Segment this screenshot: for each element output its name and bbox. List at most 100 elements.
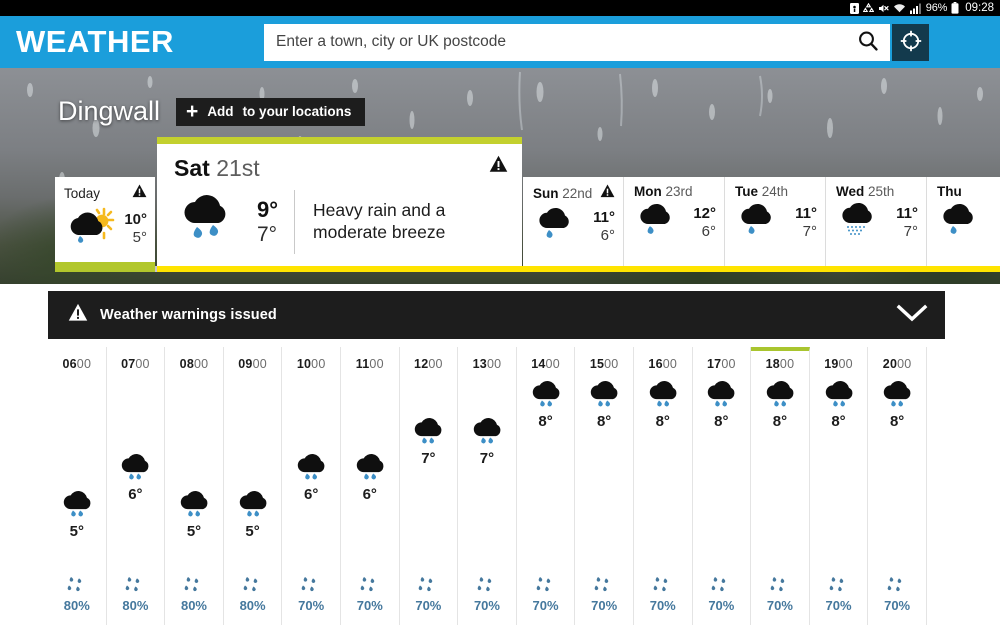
hour-temperature: 7° <box>421 449 436 467</box>
status-clock: 09:28 <box>965 2 994 14</box>
hour-temperature-plot: 6° 70% <box>282 371 340 613</box>
hour-column-1300[interactable]: 1300 7° 70% <box>458 347 517 625</box>
hour-time-label: 0800 <box>179 357 209 371</box>
crosshair-location-icon <box>899 29 923 56</box>
raindrops-icon <box>868 576 926 595</box>
hour-precipitation: 70% <box>868 576 926 613</box>
weather-warnings-label: Weather warnings issued <box>100 307 277 323</box>
cloud-rain-icon <box>634 379 692 412</box>
day-card-mon-label: Mon 23rd <box>634 184 693 199</box>
cloud-rain-icon <box>693 379 751 412</box>
hour-temperature-plot: 8° 70% <box>517 371 575 613</box>
android-status-bar: 96% 09:28 <box>0 0 1000 16</box>
hour-column-0600[interactable]: 0600 5° 80% <box>48 347 107 625</box>
hour-precipitation-value: 70% <box>649 598 676 613</box>
hour-temperature: 8° <box>889 413 905 430</box>
warning-level-bar <box>157 266 1000 272</box>
hour-time-label: 1300 <box>472 357 502 371</box>
hour-precipitation-value: 70% <box>532 598 559 613</box>
hour-column-1000[interactable]: 1000 6° 70% <box>282 347 341 625</box>
hour-column-1700[interactable]: 1700 8° 70% <box>693 347 752 625</box>
upcoming-days-list[interactable]: Sun 22nd 11° 6° Mon 23rd 12° 6° Tue 24th… <box>523 177 1000 267</box>
search-input[interactable] <box>264 23 846 61</box>
mute-icon <box>878 3 889 14</box>
hour-temperature-plot: 8° 70% <box>575 371 633 613</box>
location-row: Dingwall + Add to your locations <box>58 96 366 127</box>
day-card-selected[interactable]: Sat 21st 9° 7° Heavy rain and a moderate… <box>157 137 522 267</box>
hour-precipitation-value: 70% <box>356 598 383 613</box>
hour-temperature: 5° <box>186 523 202 540</box>
hour-precipitation: 70% <box>458 576 516 613</box>
day-card-wed[interactable]: Wed 25th 11° 7° <box>826 177 927 267</box>
raindrops-icon <box>224 576 282 595</box>
add-to-locations-button[interactable]: + Add to your locations <box>176 97 366 126</box>
hour-precipitation-value: 80% <box>180 598 207 613</box>
hour-temperature: 6° <box>362 486 377 504</box>
raindrops-icon <box>751 576 809 595</box>
search-button[interactable] <box>846 23 890 61</box>
hour-column-1100[interactable]: 1100 6° 70% <box>341 347 400 625</box>
day-card-sun[interactable]: Sun 22nd 11° 6° <box>523 177 624 267</box>
day-carousel[interactable]: Today 10° 5° Sat 21st 9° 7° Heavy rain a… <box>0 132 1000 284</box>
hour-temperature: 5° <box>245 523 260 540</box>
cloud-rain-icon <box>937 202 979 243</box>
hour-column-0900[interactable]: 0900 5° 80% <box>224 347 283 625</box>
hour-time-label: 1800 <box>765 357 795 371</box>
hourly-forecast-strip[interactable]: 0600 5° 80% 0700 6° 80% 0800 5° 80% 0900 5° 80% 1000… <box>48 347 1000 625</box>
hour-column-2000[interactable]: 2000 8° 70% <box>868 347 927 625</box>
raindrops-icon <box>400 576 458 595</box>
day-card-today[interactable]: Today 10° 5° <box>55 177 155 267</box>
hour-temperature: 8° <box>655 413 670 430</box>
hour-column-0700[interactable]: 0700 6° 80% <box>107 347 166 625</box>
cloud-rain-icon <box>48 489 106 522</box>
hour-precipitation-value: 70% <box>766 598 793 613</box>
hour-column-1800[interactable]: 1800 8° 70% <box>751 347 810 625</box>
hour-precipitation-value: 70% <box>708 598 735 613</box>
hour-precipitation-value: 70% <box>298 598 325 613</box>
hour-temperature-plot: 5° 80% <box>48 371 106 613</box>
search-bar <box>264 23 890 61</box>
day-card-mon-high: 12° <box>693 205 716 223</box>
use-my-location-button[interactable] <box>892 23 929 61</box>
signal-bars-icon <box>909 3 922 14</box>
location-name: Dingwall <box>58 96 161 126</box>
app-title: WEATHER <box>16 24 174 59</box>
search-icon <box>856 29 880 56</box>
wifi-icon <box>893 3 906 14</box>
hour-time-label: 0900 <box>238 357 267 371</box>
raindrops-icon <box>810 576 868 595</box>
hour-temperature-plot: 5° 80% <box>165 371 223 613</box>
day-card-wed-label: Wed 25th <box>836 184 895 199</box>
hour-time-label: 1900 <box>824 357 853 371</box>
day-card-thu[interactable]: Thu <box>927 177 1000 267</box>
hour-column-1400[interactable]: 1400 8° 70% <box>517 347 576 625</box>
chevron-down-icon[interactable] <box>895 302 929 329</box>
day-card-tue-label: Tue 24th <box>735 184 789 199</box>
day-card-tue[interactable]: Tue 24th 11° 7° <box>725 177 826 267</box>
add-label: Add <box>207 104 234 119</box>
plus-icon: + <box>186 100 199 123</box>
day-card-mon[interactable]: Mon 23rd 12° 6° <box>624 177 725 267</box>
hour-temperature: 7° <box>479 449 495 467</box>
hour-temperature-plot: 8° 70% <box>751 371 809 613</box>
selected-day-high: 9° <box>257 196 279 222</box>
hour-temperature: 8° <box>831 413 846 430</box>
day-card-thu-label: Thu <box>937 184 962 199</box>
weather-warnings-banner[interactable]: Weather warnings issued <box>48 291 945 339</box>
hour-column-1200[interactable]: 1200 7° 70% <box>400 347 459 625</box>
hour-column-1500[interactable]: 1500 8° 70% <box>575 347 634 625</box>
hour-column-1900[interactable]: 1900 8° 70% <box>810 347 869 625</box>
sun-cloud-rain-icon <box>64 205 116 252</box>
warning-triangle-icon <box>489 155 508 178</box>
warning-triangle-icon <box>600 184 615 203</box>
app-header: WEATHER <box>0 16 1000 68</box>
hour-precipitation: 70% <box>810 576 868 613</box>
hour-time-label: 0700 <box>121 357 150 371</box>
hour-temperature: 5° <box>69 523 84 540</box>
hour-column-1600[interactable]: 1600 8° 70% <box>634 347 693 625</box>
hour-time-label: 1600 <box>648 357 678 371</box>
cloud-rain-icon <box>224 489 282 522</box>
cloud-rain-icon <box>400 416 458 449</box>
hour-column-0800[interactable]: 0800 5° 80% <box>165 347 224 625</box>
raindrops-icon <box>341 576 399 595</box>
